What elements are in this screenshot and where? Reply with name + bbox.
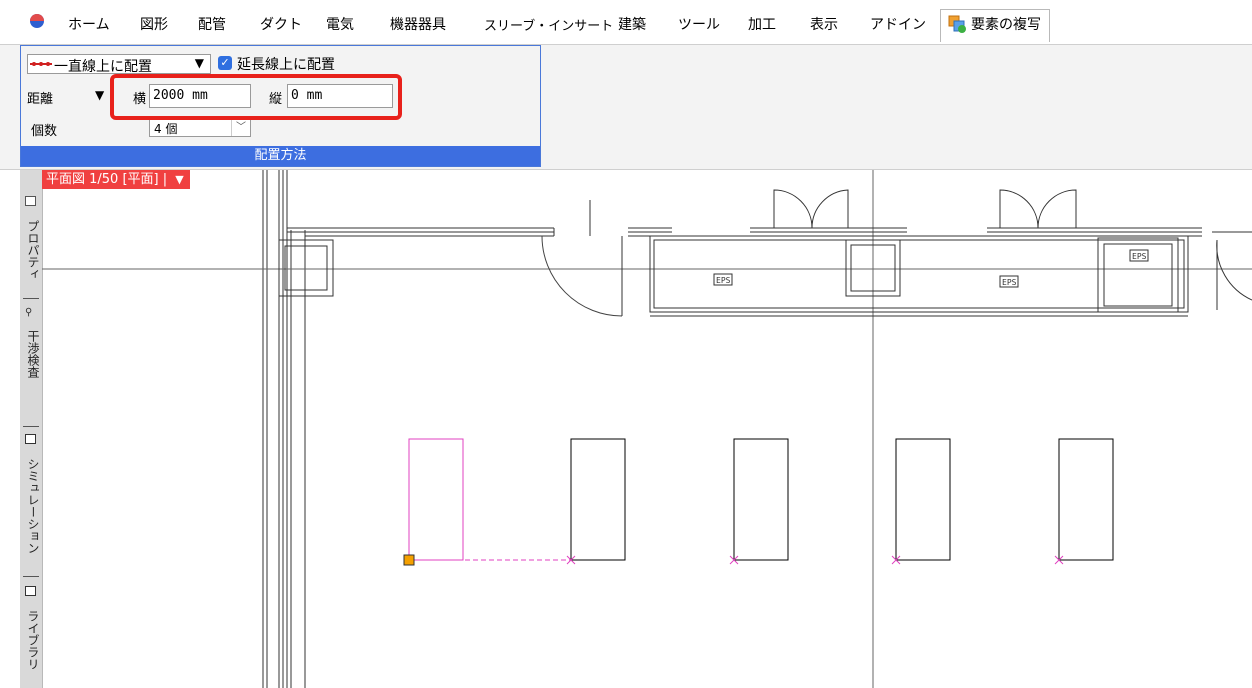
copy-preview-element[interactable] xyxy=(733,438,789,561)
distance-label: 距離 xyxy=(27,92,54,107)
menu-electric[interactable]: 電気 xyxy=(326,14,354,34)
eps-label: EPS xyxy=(716,276,731,285)
menu-shapes[interactable]: 図形 xyxy=(140,14,168,34)
menu-equipment[interactable]: 機器器具 xyxy=(390,14,446,34)
menu-piping[interactable]: 配管 xyxy=(198,14,226,34)
count-select[interactable]: 4 個 ﹀ xyxy=(149,119,251,137)
side-panel-bar: プロパティ ⚲ 干渉検査 シミュレーション ライブラリ xyxy=(20,170,43,688)
chevron-down-icon: ▼ xyxy=(194,56,204,70)
sidebar-item-interference[interactable]: 干渉検査 xyxy=(20,330,42,378)
sidebar-separator xyxy=(23,576,39,577)
sidebar-item-properties[interactable]: プロパティ xyxy=(20,220,42,280)
sidebar-item-simulation[interactable]: シミュレーション xyxy=(20,458,42,554)
app-logo-icon[interactable] xyxy=(28,12,48,30)
eps-label: EPS xyxy=(1002,278,1017,287)
distance-dropdown-icon[interactable]: ▼ xyxy=(95,88,104,102)
linear-placement-icon xyxy=(30,62,52,66)
distance-highlight-box xyxy=(110,74,402,120)
selected-element[interactable] xyxy=(408,438,464,561)
count-value: 4 個 xyxy=(154,122,178,136)
menu-tools[interactable]: ツール xyxy=(678,14,720,34)
menu-processing[interactable]: 加工 xyxy=(748,14,776,34)
tab-copy-elements[interactable]: 要素の複写 xyxy=(940,9,1050,42)
copy-preview-element[interactable] xyxy=(570,438,626,561)
menu-view[interactable]: 表示 xyxy=(810,14,838,34)
base-point-handle[interactable] xyxy=(403,554,415,566)
menu-home[interactable]: ホーム xyxy=(68,14,110,34)
placement-mode-dropdown[interactable]: 一直線上に配置 ▼ xyxy=(27,54,211,75)
count-chevron-icon: ﹀ xyxy=(231,120,250,136)
extend-checkbox[interactable]: ✓ xyxy=(218,56,232,70)
extend-checkbox-label: 延長線上に配置 xyxy=(237,57,335,73)
copy-elements-icon xyxy=(948,15,966,33)
copy-preview-element[interactable] xyxy=(895,438,951,561)
sidebar-separator xyxy=(23,426,39,427)
sidebar-separator xyxy=(23,298,39,299)
menu-sleeve-insert[interactable]: スリーブ・インサート xyxy=(484,15,613,34)
menu-bar: ホーム 図形 配管 ダクト 電気 機器器具 スリーブ・インサート 建築 ツール … xyxy=(0,0,1252,44)
simulation-icon xyxy=(25,434,36,444)
menu-addin[interactable]: アドイン xyxy=(870,14,926,34)
menu-duct[interactable]: ダクト xyxy=(260,14,302,34)
properties-icon xyxy=(25,196,36,206)
library-icon xyxy=(25,586,36,596)
menu-architecture[interactable]: 建築 xyxy=(618,14,646,34)
eps-label: EPS xyxy=(1132,252,1147,261)
count-label: 個数 xyxy=(31,124,58,139)
copy-preview-element[interactable] xyxy=(1058,438,1114,561)
placement-mode-value: 一直線上に配置 xyxy=(54,59,152,75)
tab-copy-elements-label: 要素の複写 xyxy=(971,17,1041,33)
interference-check-icon: ⚲ xyxy=(25,307,33,318)
drawing-canvas[interactable]: EPS EPS EPS xyxy=(42,170,1252,688)
view-tab-dropdown-icon[interactable]: ▼ xyxy=(175,173,183,186)
placement-panel-title: 配置方法 xyxy=(21,146,540,166)
view-tab-label: 平面図 1/50 [平面] | xyxy=(46,172,168,187)
sidebar-item-library[interactable]: ライブラリ xyxy=(20,610,42,670)
view-tab[interactable]: 平面図 1/50 [平面] | ▼ xyxy=(42,170,190,189)
